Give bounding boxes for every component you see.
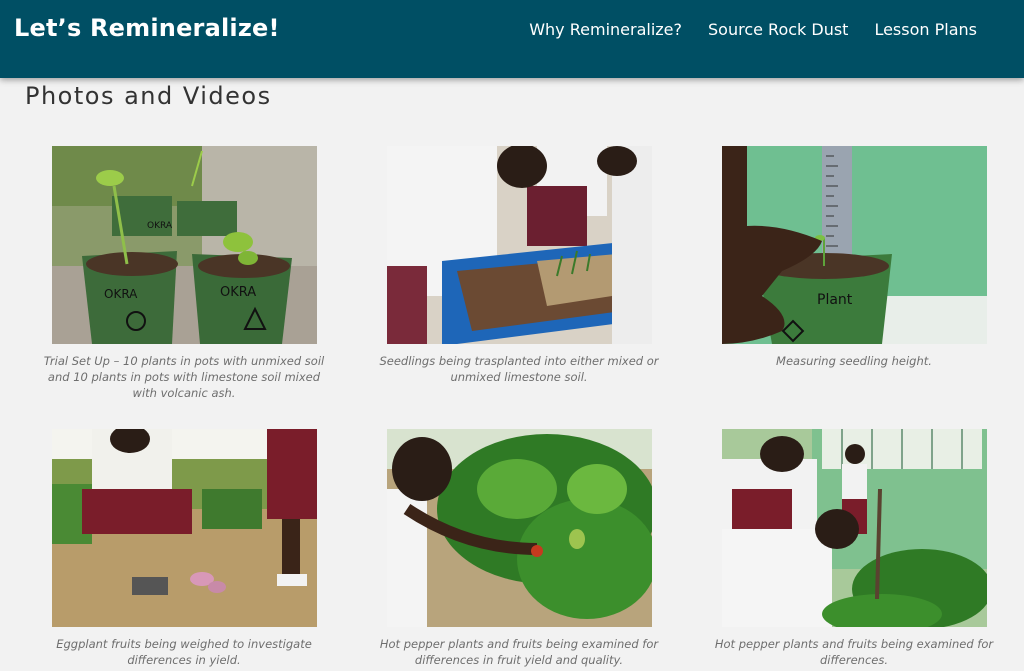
- gallery-item: Seedlings being trasplanted into either …: [369, 146, 669, 385]
- page-title: Photos and Videos: [25, 82, 272, 110]
- gallery-thumbnail-hot-pepper-differences[interactable]: [721, 429, 987, 627]
- gallery-item: Hot pepper plants and fruits being exami…: [369, 429, 669, 668]
- site-header: Let’s Remineralize! Why Remineralize? So…: [0, 0, 1024, 78]
- okra-pots-photo: OKRA OKRA OKRA: [51, 146, 317, 344]
- measuring-photo: Plant: [721, 146, 987, 344]
- site-title[interactable]: Let’s Remineralize!: [14, 14, 280, 42]
- pot-label-text: OKRA: [147, 221, 173, 231]
- pot-label-text: OKRA: [104, 287, 138, 301]
- gallery-caption: Eggplant fruits being weighed to investi…: [56, 637, 312, 667]
- nav-link-why-remineralize[interactable]: Why Remineralize?: [529, 20, 682, 40]
- hot-pepper-garden-photo: [721, 429, 987, 627]
- gallery-thumbnail-eggplant-weighing[interactable]: [51, 429, 317, 627]
- hot-pepper-photo: [386, 429, 652, 627]
- main-nav: Why Remineralize? Source Rock Dust Lesso…: [529, 20, 977, 40]
- eggplant-photo: [51, 429, 317, 627]
- gallery-item: Eggplant fruits being weighed to investi…: [34, 429, 334, 668]
- seedlings-photo: [386, 146, 652, 344]
- gallery-item: OKRA OKRA OKRA Trial Set Up – 10 plants …: [34, 146, 334, 401]
- pot-label-text: OKRA: [220, 285, 256, 300]
- gallery-caption: Seedlings being trasplanted into either …: [379, 354, 659, 384]
- gallery-caption: Measuring seedling height.: [776, 354, 932, 368]
- gallery-item: Plant Measuring seedling height.: [704, 146, 1004, 369]
- nav-link-lesson-plans[interactable]: Lesson Plans: [874, 20, 977, 40]
- gallery-thumbnail-measuring-seedling[interactable]: Plant: [721, 146, 987, 344]
- gallery-caption: Trial Set Up – 10 plants in pots with un…: [43, 354, 325, 400]
- gallery-caption: Hot pepper plants and fruits being exami…: [379, 637, 659, 667]
- gallery-thumbnail-okra-pots[interactable]: OKRA OKRA OKRA: [51, 146, 317, 344]
- pot-label-text: Plant: [817, 292, 853, 308]
- gallery-item: Hot pepper plants and fruits being exami…: [704, 429, 1004, 668]
- gallery-thumbnail-seedlings-transplanted[interactable]: [386, 146, 652, 344]
- gallery-caption: Hot pepper plants and fruits being exami…: [714, 637, 994, 667]
- gallery-thumbnail-hot-pepper-yield[interactable]: [386, 429, 652, 627]
- nav-link-source-rock-dust[interactable]: Source Rock Dust: [708, 20, 848, 40]
